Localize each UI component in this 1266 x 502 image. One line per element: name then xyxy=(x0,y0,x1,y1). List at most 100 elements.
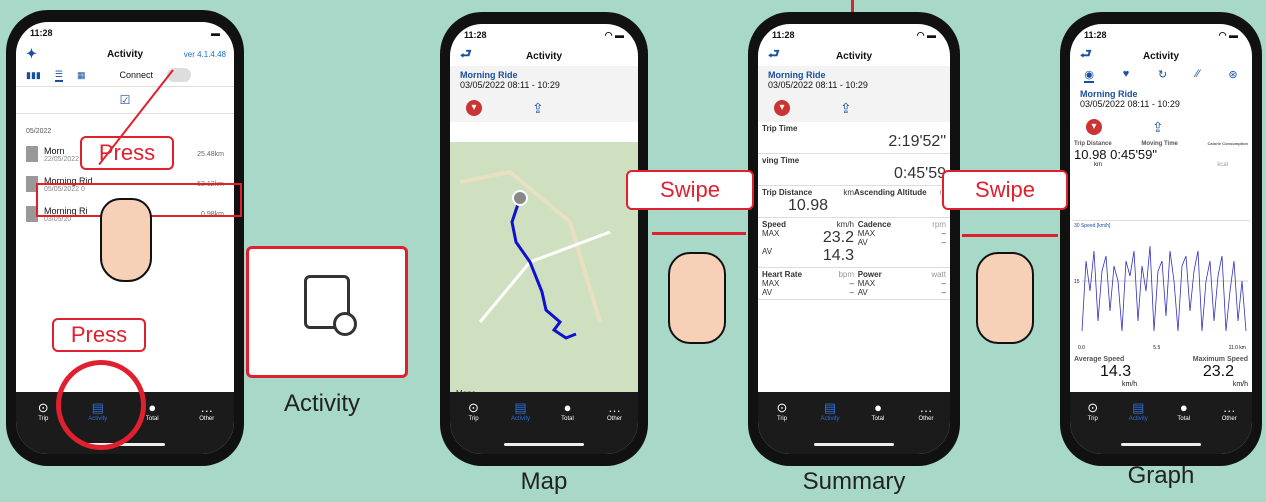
wifi-icon: ◠ ▬ xyxy=(604,29,624,40)
calendar-grid-icon[interactable]: ▦ xyxy=(77,70,86,81)
tab-other[interactable]: … Other xyxy=(1209,400,1249,454)
action-row: ▾ ⇪ xyxy=(450,94,638,122)
connect-label: Connect xyxy=(119,70,153,80)
tab-label: Trip xyxy=(776,416,788,422)
share-icon[interactable]: ⇪ xyxy=(1152,119,1164,135)
more-icon: … xyxy=(919,400,933,415)
ride-thumb-icon xyxy=(26,146,38,162)
tab-label: Activity xyxy=(1128,416,1148,422)
battery-icon: ▬ xyxy=(211,28,220,38)
status-bar: 11:28 ▬ xyxy=(16,22,234,44)
press-callout-top: Press xyxy=(80,136,174,170)
route-svg xyxy=(459,169,611,340)
trip-icon: ⊙ xyxy=(37,400,49,415)
tab-label: Other xyxy=(199,416,215,422)
trash-icon[interactable]: ▾ xyxy=(466,100,482,116)
x-tick-5: 5.5 xyxy=(1153,345,1161,351)
speed-graph[interactable]: 30 Speed [km/h] 15 0.0 5.5 11.0 km xyxy=(1072,220,1250,351)
ride-date: 03/05/2022 08:11 - 10:29 xyxy=(1080,99,1180,109)
kcal-unit: kcal xyxy=(1217,162,1228,168)
ascending-label: Ascending Altitude xyxy=(854,188,927,197)
cadence-icon[interactable]: ↻ xyxy=(1158,68,1167,83)
hand-swipe-icon-right xyxy=(976,252,1034,344)
speed-av: 14.3 xyxy=(822,247,854,264)
power-icon[interactable]: ⊛ xyxy=(1228,68,1237,83)
tab-label: Trip xyxy=(1087,416,1098,422)
phone-map: 11:28 ◠ ▬ ⮐ Activity Morning Ride 03/05/202… xyxy=(440,12,648,466)
kmh-unit: km/h xyxy=(836,220,854,229)
share-icon[interactable]: ⇪ xyxy=(840,100,852,116)
heart-av: – xyxy=(849,288,854,297)
activity-tab-circle xyxy=(56,360,146,450)
tab-label: Total xyxy=(561,416,574,422)
tab-trip[interactable]: ⊙ Trip xyxy=(454,400,494,454)
activity-zoom-callout xyxy=(246,246,408,378)
tab-other[interactable]: … Other xyxy=(595,400,635,454)
ride-date: 03/05/2022 08:11 - 10:29 xyxy=(460,80,560,90)
activity-caption: Activity xyxy=(283,390,360,417)
trip-icon: ⊙ xyxy=(1087,400,1099,415)
speed-max: 23.2 xyxy=(822,229,854,246)
trash-icon[interactable]: ▾ xyxy=(1086,119,1102,135)
swipe-callout-right: Swipe xyxy=(942,170,1068,210)
altitude-icon[interactable]: ⁄⁄ xyxy=(1196,68,1200,83)
tab-trip[interactable]: ⊙ Trip xyxy=(762,400,802,454)
ride-name: Morning Ride xyxy=(768,70,826,80)
tab-other[interactable]: … Other xyxy=(906,400,946,454)
tab-other[interactable]: … Other xyxy=(187,400,227,454)
status-time: 11:28 xyxy=(464,30,487,40)
tab-bar: ⊙ Trip ▤ Activity ● Total … Other xyxy=(450,392,638,454)
cadence-label: Cadence xyxy=(857,220,892,229)
calorie-label: Calorie Consumption xyxy=(1207,141,1248,146)
checkbox-icon[interactable]: ☑ xyxy=(120,93,131,107)
max-speed-label: Maximum Speed xyxy=(1192,356,1248,363)
route-map[interactable]: Maps xyxy=(450,142,638,404)
nav-bar: ⮐ Activity xyxy=(450,46,638,66)
kmh-unit: km/h xyxy=(1232,381,1248,388)
swipe-callout-left: Swipe xyxy=(626,170,754,210)
nav-bar: ✦ Activity ver 4.1.4.48 xyxy=(16,44,234,64)
ride-date: 03/05/2022 08:11 - 10:29 xyxy=(768,80,868,90)
list-icon[interactable]: ☰ xyxy=(54,69,63,82)
trash-icon[interactable]: ▾ xyxy=(774,100,790,116)
graph-type-tabs: ◉ ♥ ↻ ⁄⁄ ⊛ xyxy=(1070,66,1252,85)
heart-icon[interactable]: ♥ xyxy=(1123,68,1130,83)
nav-bar: ⮐ Activity xyxy=(1070,46,1252,66)
trip-time-cell: Trip Time 2:19'52" xyxy=(758,122,950,154)
km-unit: km xyxy=(1094,162,1102,168)
view-toolbar: ▮▮▮ ☰ ▦ Connect xyxy=(16,64,234,87)
version-label: ver 4.1.4.48 xyxy=(183,49,226,59)
speed-gauge-icon[interactable]: ◉ xyxy=(1084,68,1094,83)
screen: 11:28 ◠ ▬ ⮐ Activity Morning Ride 03/05/202… xyxy=(758,24,950,454)
tab-label: Total xyxy=(145,416,159,422)
back-icon[interactable]: ⮐ xyxy=(460,45,472,67)
status-bar: 11:28 ◠ ▬ xyxy=(450,24,638,46)
swipe-arrow-right xyxy=(962,234,1058,237)
phone-graph: 11:28 ◠ ▬ ⮐ Activity ◉ ♥ ↻ ⁄⁄ ⊛ Morning Ri… xyxy=(1060,12,1262,466)
trip-distance-label: Trip Distance xyxy=(762,188,813,197)
share-icon[interactable]: ⇪ xyxy=(532,100,544,116)
power-label: Power xyxy=(857,270,882,279)
home-indicator xyxy=(814,443,894,446)
av-label: AV xyxy=(762,247,773,256)
person-icon: ● xyxy=(563,400,572,415)
bar-chart-icon[interactable]: ▮▮▮ xyxy=(26,70,41,81)
ride-header: Morning Ride 03/05/2022 08:11 - 10:29 xyxy=(450,66,638,94)
status-bar: 11:28 ◠ ▬ xyxy=(758,24,950,46)
page-title: Activity xyxy=(835,50,873,62)
swipe-arrow-left xyxy=(652,232,746,235)
back-icon[interactable]: ⮐ xyxy=(768,45,780,67)
speed-series xyxy=(1081,245,1247,332)
tab-label: Activity xyxy=(820,416,840,422)
page-title: Activity xyxy=(525,50,563,62)
select-row: ☑ xyxy=(16,87,234,114)
back-icon[interactable]: ⮐ xyxy=(1080,45,1092,67)
person-icon: ● xyxy=(874,400,882,415)
av-label: AV xyxy=(857,288,868,297)
trip-time-value: 2:19'52" xyxy=(888,133,946,150)
nav-bar: ⮐ Activity xyxy=(758,46,950,66)
tab-trip[interactable]: ⊙ Trip xyxy=(1073,400,1113,454)
tab-label: Trip xyxy=(38,416,49,422)
action-row: ▾ ⇪ xyxy=(1070,113,1252,141)
tab-label: Total xyxy=(1177,416,1191,422)
